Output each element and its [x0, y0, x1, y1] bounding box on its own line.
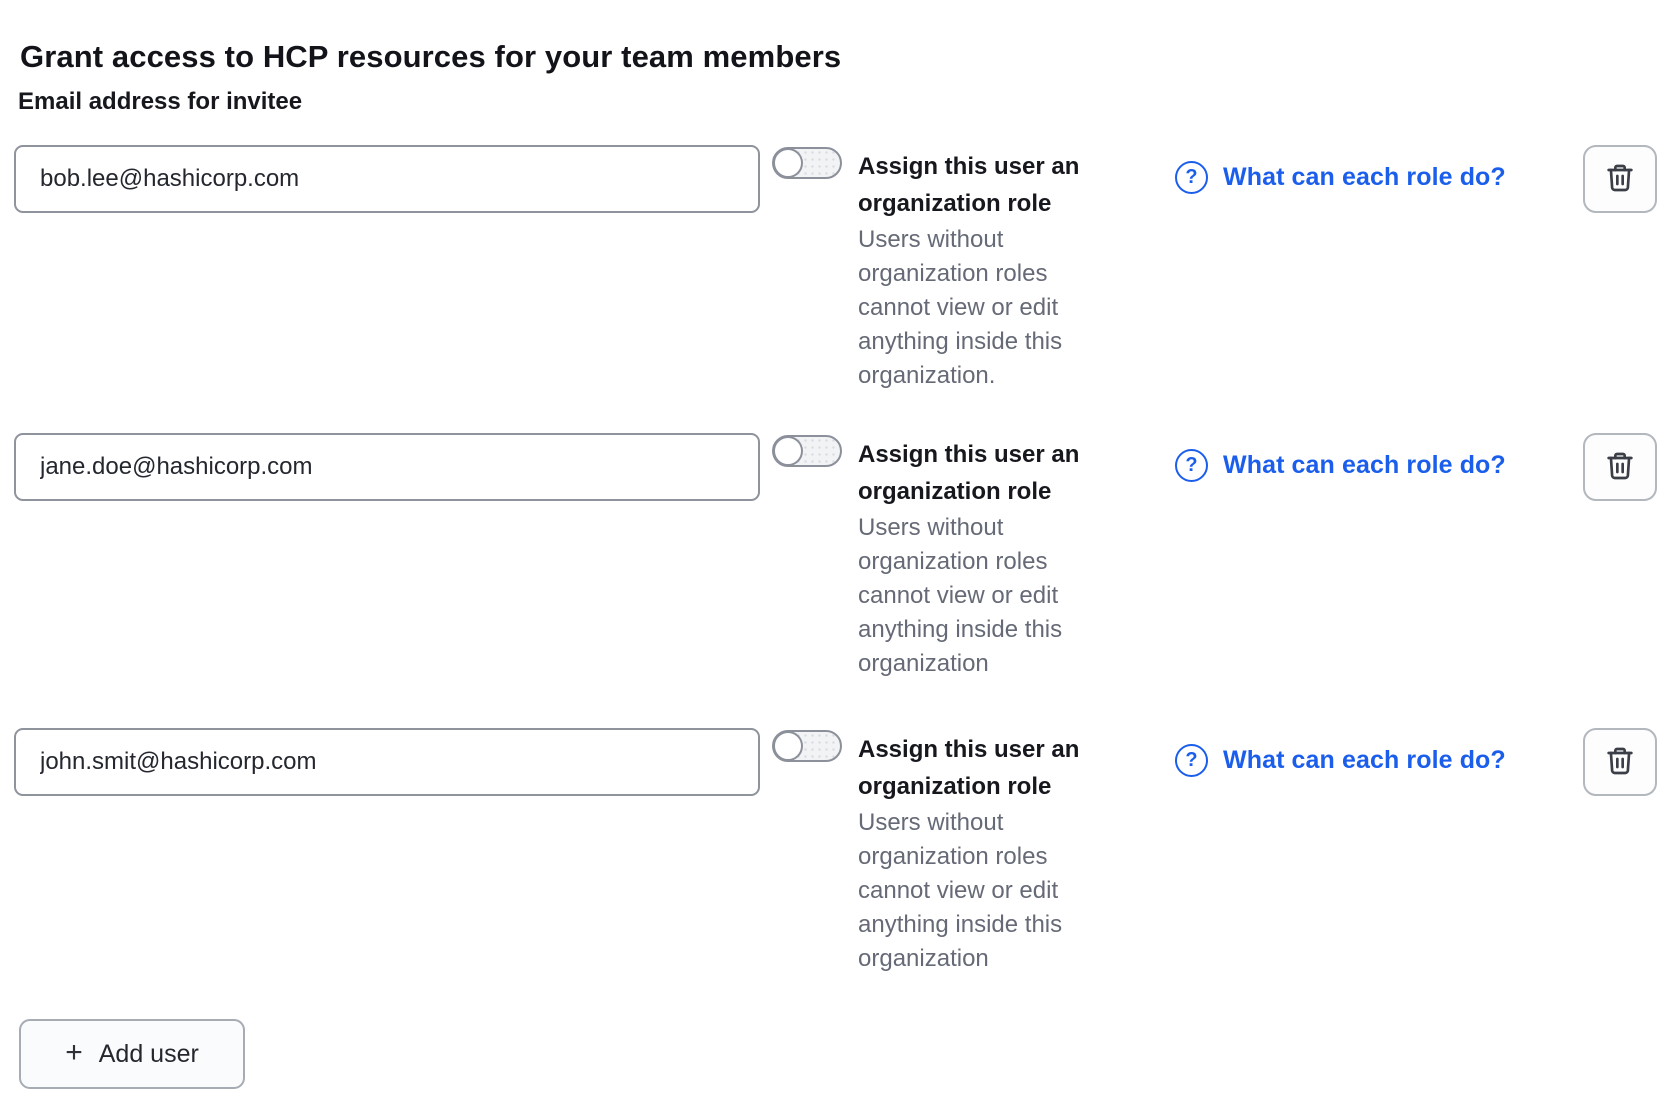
invitee-row: Assign this user an organization role Us…	[0, 728, 1672, 988]
role-docs-link[interactable]: ? What can each role do?	[1175, 744, 1506, 777]
email-input[interactable]	[14, 145, 760, 213]
assign-role-label: Assign this user an organization role	[858, 436, 1138, 510]
invite-users-page: Grant access to HCP resources for your t…	[0, 0, 1672, 1106]
email-address-label: Email address for invitee	[18, 88, 302, 116]
trash-icon	[1604, 450, 1636, 485]
email-input[interactable]	[14, 728, 760, 796]
role-docs-link[interactable]: ? What can each role do?	[1175, 161, 1506, 194]
assign-role-toggle[interactable]	[772, 730, 842, 762]
add-user-button[interactable]: + Add user	[19, 1019, 245, 1089]
question-circle-icon: ?	[1175, 449, 1208, 482]
trash-icon	[1604, 745, 1636, 780]
role-docs-link-label: What can each role do?	[1223, 163, 1506, 192]
toggle-knob	[773, 731, 803, 761]
plus-icon: +	[65, 1038, 83, 1068]
invitee-row: Assign this user an organization role Us…	[0, 433, 1672, 693]
delete-invitee-button[interactable]	[1583, 145, 1657, 213]
email-input[interactable]	[14, 433, 760, 501]
assign-role-toggle[interactable]	[772, 435, 842, 467]
page-title: Grant access to HCP resources for your t…	[20, 39, 841, 75]
toggle-knob	[773, 148, 803, 178]
assign-role-help-text: Users without organization roles cannot …	[858, 806, 1128, 976]
assign-role-toggle[interactable]	[772, 147, 842, 179]
assign-role-help-text: Users without organization roles cannot …	[858, 223, 1128, 393]
assign-role-help-text: Users without organization roles cannot …	[858, 511, 1128, 681]
role-docs-link[interactable]: ? What can each role do?	[1175, 449, 1506, 482]
toggle-knob	[773, 436, 803, 466]
assign-role-label: Assign this user an organization role	[858, 148, 1138, 222]
assign-role-label: Assign this user an organization role	[858, 731, 1138, 805]
question-circle-icon: ?	[1175, 161, 1208, 194]
role-docs-link-label: What can each role do?	[1223, 746, 1506, 775]
role-docs-link-label: What can each role do?	[1223, 451, 1506, 480]
add-user-label: Add user	[99, 1040, 199, 1069]
delete-invitee-button[interactable]	[1583, 728, 1657, 796]
invitee-row: Assign this user an organization role Us…	[0, 145, 1672, 405]
question-circle-icon: ?	[1175, 744, 1208, 777]
trash-icon	[1604, 162, 1636, 197]
delete-invitee-button[interactable]	[1583, 433, 1657, 501]
